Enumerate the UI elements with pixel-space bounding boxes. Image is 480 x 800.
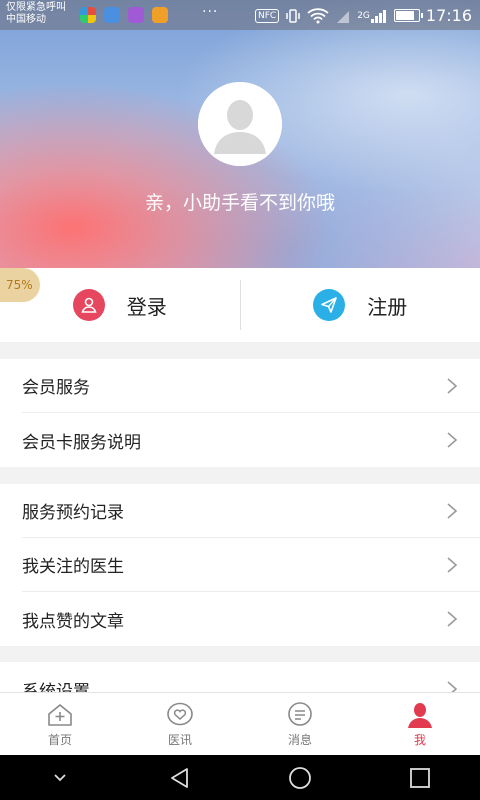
tab-messages[interactable]: 消息: [240, 693, 360, 755]
chevron-right-icon: [447, 611, 458, 627]
chevron-right-icon: [447, 557, 458, 573]
nfc-icon: NFC: [254, 8, 280, 23]
list-item-liked-articles[interactable]: 我点赞的文章: [22, 592, 480, 646]
avatar[interactable]: [198, 82, 282, 166]
list-item-label: 我点赞的文章: [22, 611, 124, 632]
tab-label: 我: [413, 732, 426, 747]
bottom-tab-bar: 首页 医讯 消息 我: [0, 692, 480, 755]
login-user-icon: [72, 289, 105, 321]
paper-plane-icon: [313, 289, 346, 321]
profile-header: 仅限紧急呼叫 中国移动 ··· NFC 2G 17:16 亲，小助手看不到你哦: [0, 0, 480, 268]
battery-icon: [393, 9, 423, 22]
browser-notification-icon: [104, 7, 120, 23]
carrier-info: 仅限紧急呼叫 中国移动: [6, 2, 66, 26]
list-item-followed-doctors[interactable]: 我关注的医生: [22, 538, 480, 592]
notification-icons: [80, 7, 168, 23]
login-label: 登录: [126, 294, 167, 319]
list-item-member-service[interactable]: 会员服务: [22, 359, 480, 413]
photo-notification-icon: [128, 7, 144, 23]
auth-row: 登录 注册: [0, 268, 480, 342]
message-icon: [288, 701, 312, 726]
status-bar: 仅限紧急呼叫 中国移动 ··· NFC 2G 17:16: [0, 0, 480, 30]
floating-percent-badge[interactable]: 75%: [0, 268, 40, 302]
more-notifications-icon: ···: [202, 4, 219, 20]
chevron-right-icon: [447, 378, 458, 394]
tab-label: 首页: [47, 732, 72, 747]
register-label: 注册: [367, 294, 408, 319]
system-nav-bar: [0, 755, 480, 800]
tab-me[interactable]: 我: [360, 693, 480, 755]
home-plus-icon: [48, 703, 72, 726]
tab-label: 消息: [287, 732, 312, 747]
list-item-label: 会员服务: [22, 378, 90, 398]
tab-news[interactable]: 医讯: [120, 693, 240, 755]
carrier-line-1: 仅限紧急呼叫: [6, 2, 66, 13]
signal-off-icon: [337, 10, 350, 23]
default-avatar-icon: [198, 82, 282, 166]
register-button[interactable]: 注册: [241, 268, 480, 342]
screen: 仅限紧急呼叫 中国移动 ··· NFC 2G 17:16 亲，小助手看不到你哦 …: [0, 0, 480, 800]
chevron-right-icon: [447, 503, 458, 519]
system-status: NFC 2G 17:16: [254, 6, 472, 25]
back-icon[interactable]: [167, 765, 193, 791]
person-icon: [408, 702, 432, 728]
heart-bubble-icon: [167, 702, 193, 725]
weibo-notification-icon: [152, 7, 168, 23]
wifi-icon: [307, 7, 329, 23]
login-prompt: 亲，小助手看不到你哦: [144, 192, 335, 214]
list-item-appointment-records[interactable]: 服务预约记录: [22, 484, 480, 538]
records-group: 服务预约记录 我关注的医生 我点赞的文章: [0, 484, 480, 646]
list-item-label: 我关注的医生: [22, 557, 124, 577]
membership-group: 会员服务 会员卡服务说明: [0, 359, 480, 467]
tab-home[interactable]: 首页: [0, 693, 120, 755]
clock: 17:16: [425, 6, 472, 25]
tab-label: 医讯: [167, 732, 192, 747]
list-item-label: 服务预约记录: [22, 503, 124, 523]
network-type: 2G: [357, 10, 370, 21]
list-item-label: 会员卡服务说明: [22, 432, 141, 453]
carrier-line-2: 中国移动: [6, 14, 46, 25]
battery-level: [395, 11, 415, 20]
list-item-member-card-info[interactable]: 会员卡服务说明: [22, 413, 480, 467]
hide-keyboard-icon[interactable]: [47, 765, 73, 791]
vibrate-icon: [286, 8, 300, 23]
recents-icon[interactable]: [407, 765, 433, 791]
signal-icon: [370, 9, 386, 23]
home-icon[interactable]: [287, 765, 313, 791]
chevron-right-icon: [447, 432, 458, 448]
app-notification-icon: [80, 7, 96, 23]
